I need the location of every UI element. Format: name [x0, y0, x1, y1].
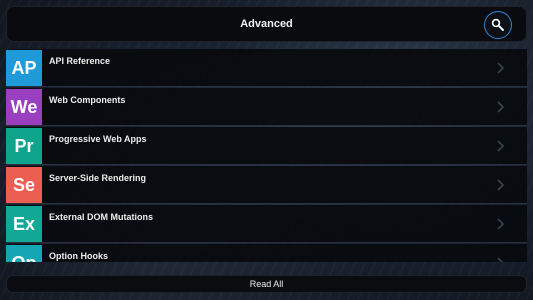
list-item-option-hooks[interactable]: Op Option Hooks	[6, 244, 527, 262]
list-item-label: External DOM Mutations	[49, 212, 154, 222]
chevron-right-icon	[497, 140, 505, 152]
read-all-label: Read All	[249, 279, 284, 289]
header-bar: Advanced	[6, 6, 527, 42]
chevron-right-icon	[497, 101, 505, 113]
list-item-label: Progressive Web Apps	[49, 134, 147, 144]
list-item-label: Web Components	[49, 95, 126, 105]
chevron-right-icon	[497, 179, 505, 191]
topic-list: AP API Reference We Web Components Pr Pr…	[6, 49, 527, 262]
list-item-label: Server-Side Rendering	[49, 173, 147, 183]
chevron-right-icon	[497, 62, 505, 74]
list-item-server-side-rendering[interactable]: Se Server-Side Rendering	[6, 166, 527, 204]
list-item-api-reference[interactable]: AP API Reference	[6, 49, 527, 87]
search-icon	[491, 18, 504, 31]
list-item-label: Option Hooks	[49, 251, 108, 261]
list-item-label: API Reference	[49, 56, 111, 66]
chevron-right-icon	[497, 257, 504, 262]
topic-tile: We	[6, 89, 42, 125]
list-item-external-dom-mutations[interactable]: Ex External DOM Mutations	[6, 205, 527, 243]
page-title: Advanced	[240, 18, 293, 30]
topic-tile: AP	[6, 50, 42, 86]
chevron-right-icon	[497, 218, 505, 230]
read-all-button[interactable]: Read All	[6, 275, 527, 293]
search-button[interactable]	[484, 11, 512, 39]
topic-tile: Op	[6, 245, 42, 262]
topic-tile: Se	[6, 167, 42, 203]
topic-tile: Ex	[6, 206, 42, 242]
list-item-web-components[interactable]: We Web Components	[6, 88, 527, 126]
list-item-progressive-web-apps[interactable]: Pr Progressive Web Apps	[6, 127, 527, 165]
topic-tile: Pr	[6, 128, 42, 164]
